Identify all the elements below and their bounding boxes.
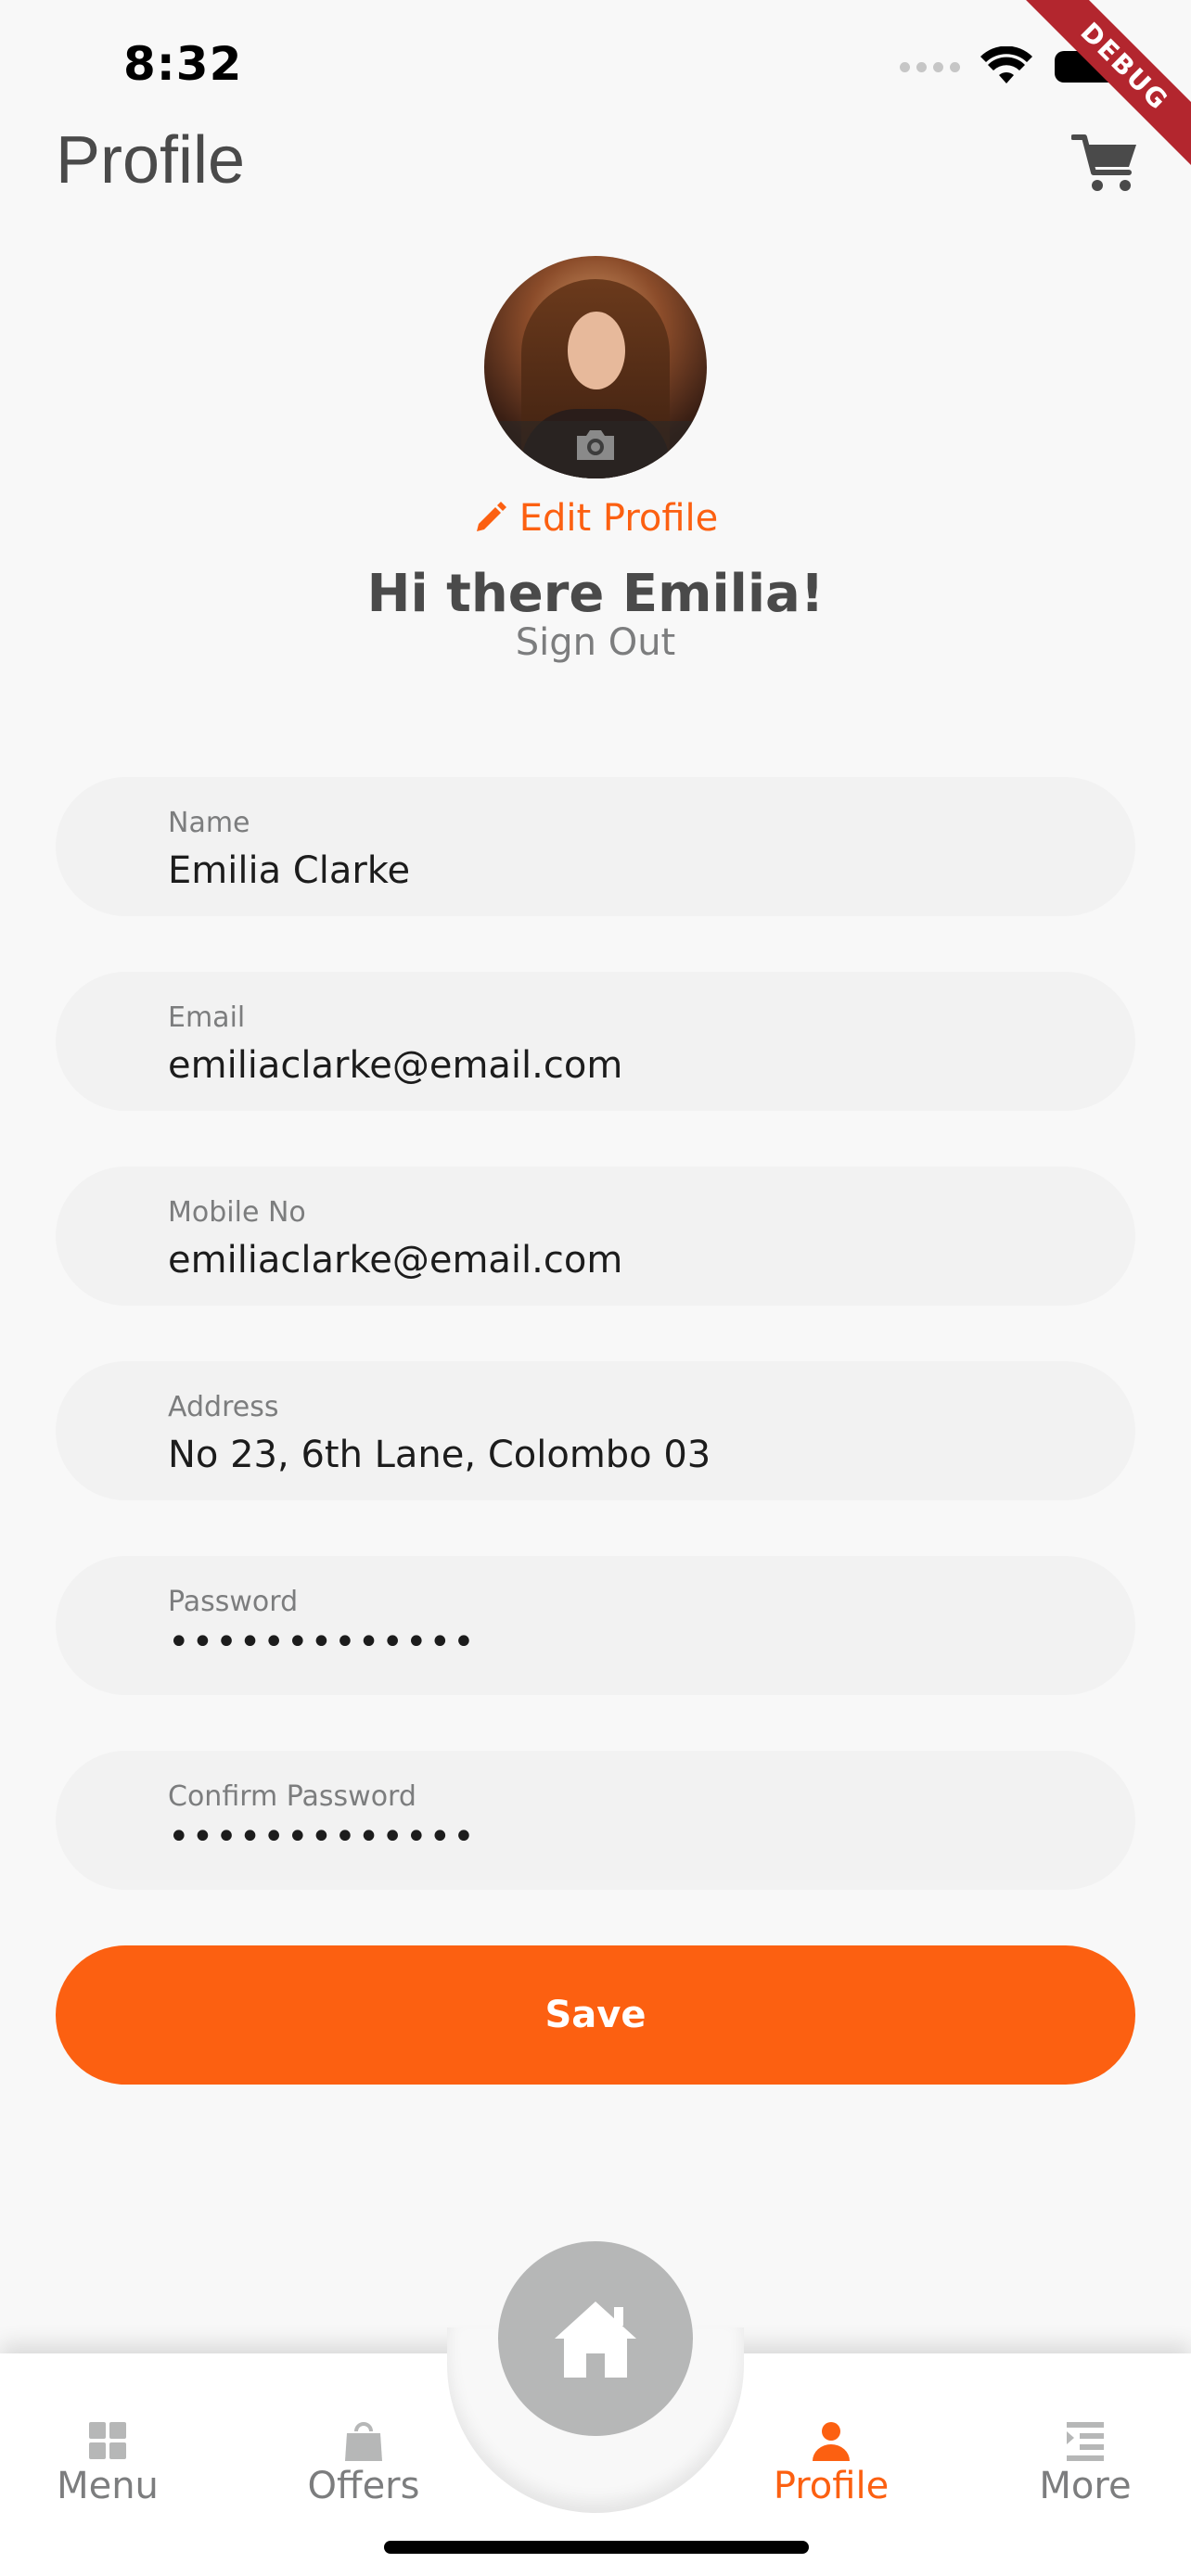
address-field[interactable]: Address No 23, 6th Lane, Colombo 03 xyxy=(56,1361,1135,1500)
wifi-icon xyxy=(980,46,1032,83)
email-field[interactable]: Email emiliaclarke@email.com xyxy=(56,972,1135,1111)
nav-item-offers[interactable]: Offers xyxy=(271,2420,456,2507)
profile-screen: 8:32 DEBUG Profile Edit Profile Hi there… xyxy=(0,0,1191,2576)
mobile-value[interactable]: emiliaclarke@email.com xyxy=(168,1239,622,1282)
save-button[interactable]: Save xyxy=(56,1945,1135,2085)
password-label: Password xyxy=(168,1586,299,1618)
nav-item-more[interactable]: More xyxy=(992,2420,1178,2507)
camera-icon[interactable] xyxy=(573,427,618,464)
status-time: 8:32 xyxy=(123,37,243,91)
name-label: Name xyxy=(168,807,250,839)
nav-label-menu: Menu xyxy=(57,2465,159,2507)
shopping-bag-icon xyxy=(345,2422,382,2461)
mobile-label: Mobile No xyxy=(168,1196,306,1229)
home-indicator xyxy=(384,2541,809,2554)
home-icon xyxy=(555,2302,636,2378)
page-title: Profile xyxy=(56,123,246,198)
address-value[interactable]: No 23, 6th Lane, Colombo 03 xyxy=(168,1434,711,1476)
cellular-signal-icon xyxy=(900,61,960,72)
address-label: Address xyxy=(168,1391,279,1423)
email-value[interactable]: emiliaclarke@email.com xyxy=(168,1044,622,1087)
pencil-icon xyxy=(476,502,506,531)
password-value[interactable]: ••••••••••••• xyxy=(168,1621,477,1664)
home-button[interactable] xyxy=(498,2241,693,2436)
confirm-password-field[interactable]: Confirm Password ••••••••••••• xyxy=(56,1751,1135,1890)
greeting-text: Hi there Emilia! xyxy=(366,564,825,624)
list-icon xyxy=(1067,2422,1104,2461)
avatar-face xyxy=(568,312,625,389)
sign-out-link[interactable]: Sign Out xyxy=(0,621,1191,664)
edit-profile-label: Edit Profile xyxy=(519,497,719,540)
mobile-field[interactable]: Mobile No emiliaclarke@email.com xyxy=(56,1167,1135,1306)
password-field[interactable]: Password ••••••••••••• xyxy=(56,1556,1135,1695)
nav-label-profile: Profile xyxy=(773,2465,890,2507)
nav-item-menu[interactable]: Menu xyxy=(15,2420,200,2507)
confirm-password-value[interactable]: ••••••••••••• xyxy=(168,1816,477,1858)
nav-item-profile[interactable]: Profile xyxy=(738,2420,924,2507)
edit-profile-button[interactable]: Edit Profile xyxy=(0,497,1191,540)
grid-icon xyxy=(89,2422,126,2459)
name-value[interactable]: Emilia Clarke xyxy=(168,849,410,892)
avatar[interactable] xyxy=(484,256,707,478)
cart-icon[interactable] xyxy=(1071,132,1138,195)
email-label: Email xyxy=(168,1001,246,1034)
person-icon xyxy=(813,2422,850,2461)
confirm-password-label: Confirm Password xyxy=(168,1780,416,1813)
name-field[interactable]: Name Emilia Clarke xyxy=(56,777,1135,916)
nav-label-offers: Offers xyxy=(307,2465,420,2507)
nav-label-more: More xyxy=(1039,2465,1132,2507)
